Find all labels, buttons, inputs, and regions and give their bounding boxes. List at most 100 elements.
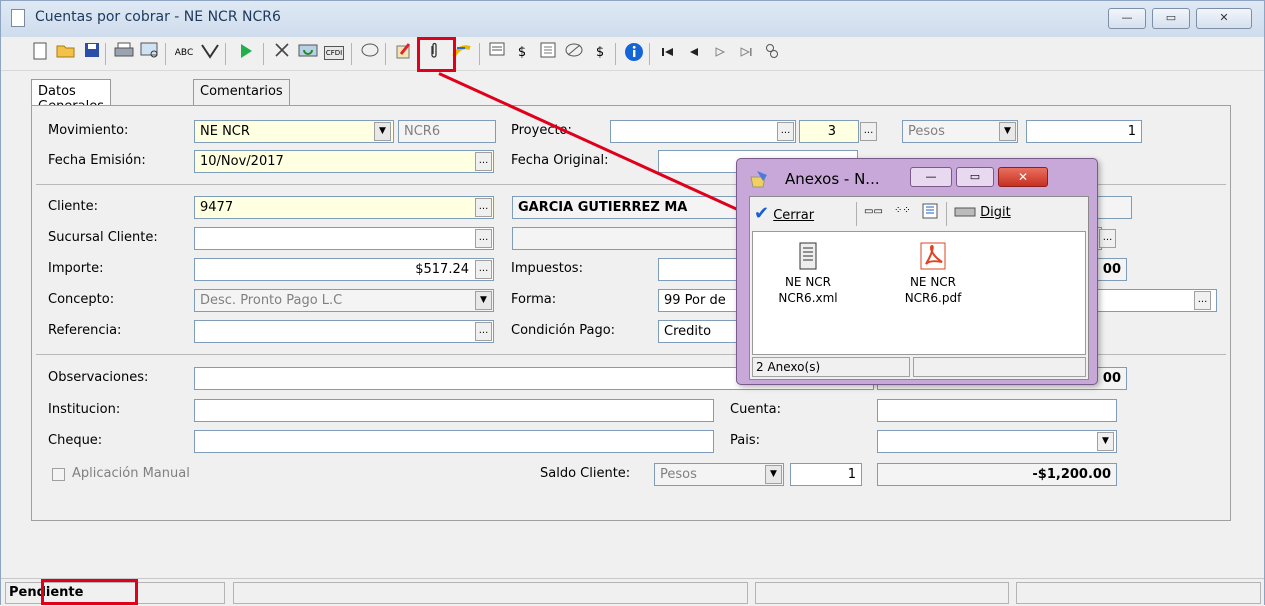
- forma-extra-lookup[interactable]: ...: [1194, 291, 1211, 310]
- cliente-lookup[interactable]: ...: [475, 198, 492, 217]
- importe-input[interactable]: $517.24: [194, 258, 494, 281]
- maximize-button[interactable]: ▭: [1152, 8, 1190, 29]
- payment-icon[interactable]: $: [589, 42, 611, 64]
- status-cell: [755, 582, 1009, 604]
- pais-label: Pais:: [730, 433, 760, 448]
- title-bar: Cuentas por cobrar - NE NCR NCR6 — ▭ ✕: [1, 1, 1264, 37]
- digitalizar-button[interactable]: Digit: [954, 203, 1011, 223]
- file-item-xml[interactable]: NE NCR NCR6.xml: [763, 242, 853, 306]
- anexos-minimize-button[interactable]: —: [910, 167, 952, 187]
- movimiento-code: NCR6: [398, 120, 496, 143]
- toolbar-separator: [225, 43, 226, 65]
- cheque-label: Cheque:: [48, 433, 103, 448]
- calculator-icon[interactable]: [537, 42, 559, 64]
- cliente-input[interactable]: 9477: [194, 196, 494, 219]
- cuenta-input[interactable]: [877, 399, 1117, 422]
- proyecto-num-lookup[interactable]: ...: [860, 122, 877, 141]
- importe-lookup[interactable]: ...: [475, 260, 492, 279]
- institucion-label: Institucion:: [48, 402, 121, 417]
- saldo-cliente-label: Saldo Cliente:: [540, 466, 631, 481]
- concepto-select[interactable]: Desc. Pronto Pago L.C: [194, 289, 494, 312]
- new-icon[interactable]: [29, 42, 51, 64]
- sucursal-lookup[interactable]: ...: [475, 229, 492, 248]
- proyecto-lookup-button[interactable]: ...: [777, 122, 794, 141]
- run-icon[interactable]: [235, 42, 257, 64]
- tipo-cambio-input[interactable]: 1: [1026, 120, 1142, 143]
- window-title: Cuentas por cobrar - NE NCR NCR6: [35, 9, 281, 25]
- proyecto-input[interactable]: [610, 120, 796, 143]
- toolbar: ABC CFDI $ $: [1, 37, 1264, 71]
- open-icon[interactable]: [55, 42, 77, 64]
- pais-dropdown-icon[interactable]: ▼: [1097, 432, 1114, 451]
- filter-icon[interactable]: [199, 42, 221, 64]
- anexos-maximize-button[interactable]: ▭: [956, 167, 994, 187]
- sucursal-label: Sucursal Cliente:: [48, 230, 158, 245]
- dialog-toolbar-separator: [946, 202, 947, 226]
- proyecto-num[interactable]: 3: [799, 120, 859, 143]
- referencia-label: Referencia:: [48, 323, 122, 338]
- file-item-pdf[interactable]: NE NCR NCR6.pdf: [888, 242, 978, 306]
- referencia-lookup[interactable]: ...: [475, 322, 492, 341]
- minimize-button[interactable]: —: [1108, 8, 1146, 29]
- small-icons-view-icon[interactable]: ⁘⁘: [894, 205, 911, 216]
- movimiento-select[interactable]: NE NCR: [194, 120, 394, 143]
- referencia-input[interactable]: [194, 320, 494, 343]
- pais-select[interactable]: [877, 430, 1117, 453]
- fecha-emision-lookup[interactable]: ...: [475, 152, 492, 171]
- fecha-original-label: Fecha Original:: [511, 153, 609, 168]
- cheque-input[interactable]: [194, 430, 714, 453]
- save-icon[interactable]: [81, 42, 103, 64]
- print-icon[interactable]: [113, 42, 135, 64]
- concepto-dropdown-icon[interactable]: ▼: [475, 291, 492, 310]
- movimiento-dropdown-icon[interactable]: ▼: [374, 122, 391, 141]
- anexos-cerrar-button[interactable]: ✔ Cerrar: [754, 203, 814, 227]
- institucion-input[interactable]: [194, 399, 714, 422]
- spellcheck-icon[interactable]: ABC: [173, 42, 195, 64]
- discount-icon[interactable]: [563, 42, 585, 64]
- info-icon[interactable]: [623, 42, 645, 64]
- money-icon[interactable]: $: [511, 42, 533, 64]
- next-icon[interactable]: [709, 42, 731, 64]
- tab-datos-generales[interactable]: Datos Generales: [31, 79, 111, 114]
- cuenta-label: Cuenta:: [730, 402, 781, 417]
- first-icon[interactable]: [657, 42, 679, 64]
- window-icon: [11, 9, 25, 27]
- toolbar-separator: [385, 43, 386, 65]
- link-icon[interactable]: [359, 42, 381, 64]
- related-icon[interactable]: [761, 42, 783, 64]
- cliente-label: Cliente:: [48, 199, 99, 214]
- anexos-close-button[interactable]: ✕: [998, 167, 1048, 187]
- toolbar-separator: [263, 43, 264, 65]
- cancel-icon[interactable]: [271, 42, 293, 64]
- edit-icon[interactable]: [393, 42, 415, 64]
- preview-icon[interactable]: [139, 42, 161, 64]
- dialog-toolbar-separator: [856, 202, 857, 226]
- toolbar-separator: [479, 43, 480, 65]
- saldo-moneda-dropdown-icon[interactable]: ▼: [765, 465, 782, 484]
- concepto-label: Concepto:: [48, 292, 115, 307]
- list-view-icon[interactable]: [922, 203, 938, 223]
- tab-comentarios[interactable]: Comentarios: [193, 79, 290, 105]
- aplicacion-manual-checkbox[interactable]: [52, 468, 65, 481]
- check-icon: ✔: [754, 203, 770, 224]
- refresh-icon[interactable]: [297, 42, 319, 64]
- toolbar-separator: [615, 43, 616, 65]
- cfdi-icon[interactable]: CFDI: [323, 42, 345, 64]
- status-cell: [233, 582, 748, 604]
- sucursal-input[interactable]: [194, 227, 494, 250]
- fecha-emision-input[interactable]: 10/Nov/2017: [194, 150, 494, 173]
- moneda-dropdown-icon[interactable]: ▼: [999, 122, 1016, 141]
- close-button[interactable]: ✕: [1196, 8, 1252, 29]
- prev-icon[interactable]: [683, 42, 705, 64]
- large-icons-view-icon[interactable]: ▭▭: [864, 206, 883, 217]
- saldo-tipo-cambio: 1: [790, 463, 862, 486]
- sucursal-nombre-lookup[interactable]: ...: [1099, 229, 1116, 248]
- fecha-emision-label: Fecha Emisión:: [48, 153, 146, 168]
- last-icon[interactable]: [735, 42, 757, 64]
- anexos-count: 2 Anexo(s): [752, 357, 910, 377]
- status-cell: [1016, 582, 1261, 604]
- toolbar-separator: [649, 43, 650, 65]
- attach-highlight: [417, 37, 456, 72]
- report-icon[interactable]: [487, 42, 509, 64]
- toolbar-separator: [105, 43, 106, 65]
